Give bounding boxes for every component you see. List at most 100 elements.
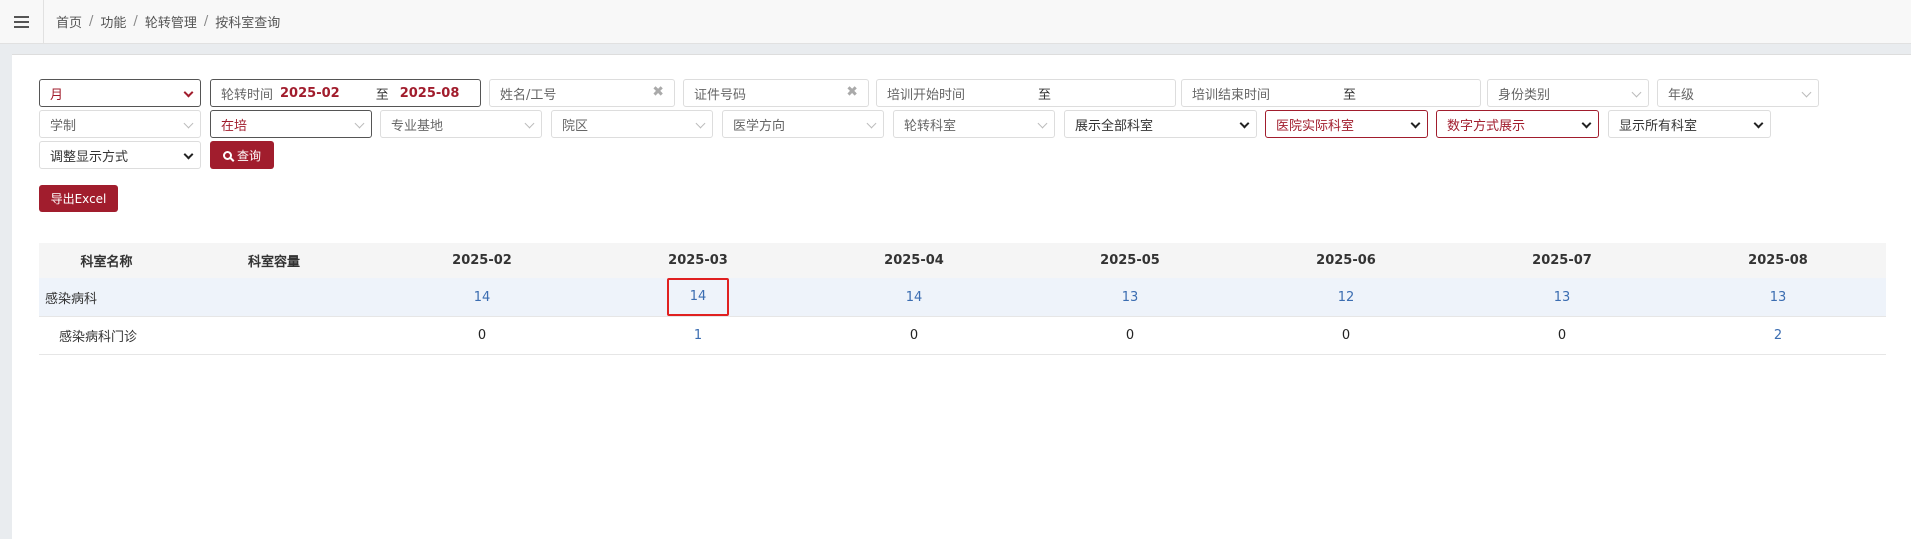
chevron-down-icon bbox=[1631, 87, 1642, 98]
id-placeholder: 证件号码 bbox=[694, 87, 747, 103]
clear-icon[interactable]: ✖ bbox=[652, 84, 664, 100]
train-start-placeholder: 培训开始时间 bbox=[887, 87, 966, 103]
chevron-down-icon bbox=[183, 149, 194, 160]
header-capacity: 科室容量 bbox=[174, 243, 374, 278]
dept-rotation-table: 科室名称 科室容量 2025-02 2025-03 2025-04 2025-0… bbox=[39, 243, 1886, 355]
name-input[interactable]: 姓名/工号 ✖ bbox=[489, 79, 675, 107]
chevron-down-icon bbox=[1037, 118, 1048, 129]
table-row: 感染病科 14 14 14 13 12 13 13 bbox=[39, 278, 1886, 317]
count-cell-highlighted[interactable]: 14 bbox=[590, 278, 806, 317]
dept-name-cell: 感染病科门诊 bbox=[39, 316, 174, 355]
count-cell[interactable]: 14 bbox=[806, 278, 1022, 317]
display-all-rooms-select[interactable]: 显示所有科室 bbox=[1608, 110, 1771, 138]
rotation-time-range[interactable]: 轮转时间 2025-02 至 2025-08 bbox=[210, 79, 481, 107]
rotation-start-input[interactable]: 2025-02 bbox=[280, 86, 340, 101]
clear-icon[interactable]: ✖ bbox=[846, 84, 858, 100]
status-value: 在培 bbox=[221, 118, 248, 134]
chevron-down-icon bbox=[1801, 87, 1812, 98]
breadcrumb-rotation-management[interactable]: 轮转管理 bbox=[145, 12, 197, 31]
chevron-down-icon bbox=[183, 87, 194, 98]
name-placeholder: 姓名/工号 bbox=[500, 87, 557, 103]
period-select[interactable]: 月 bbox=[39, 79, 201, 107]
show-all-depts-select[interactable]: 展示全部科室 bbox=[1064, 110, 1257, 138]
identity-type-placeholder: 身份类别 bbox=[1498, 87, 1551, 103]
count-cell[interactable]: 2 bbox=[1670, 316, 1886, 355]
chevron-down-icon bbox=[1581, 118, 1592, 129]
grade-select[interactable]: 年级 bbox=[1657, 79, 1819, 107]
breadcrumb-home[interactable]: 首页 bbox=[56, 12, 82, 31]
id-number-input[interactable]: 证件号码 ✖ bbox=[683, 79, 869, 107]
school-system-placeholder: 学制 bbox=[50, 118, 77, 134]
chevron-down-icon bbox=[354, 118, 365, 129]
export-excel-button[interactable]: 导出Excel bbox=[39, 185, 118, 212]
chevron-down-icon bbox=[866, 118, 877, 129]
chevron-down-icon bbox=[1410, 118, 1421, 129]
query-button-label: 查询 bbox=[236, 148, 261, 163]
rotation-dept-select[interactable]: 轮转科室 bbox=[893, 110, 1055, 138]
header-dept-name: 科室名称 bbox=[39, 243, 174, 278]
breadcrumb-function[interactable]: 功能 bbox=[100, 12, 126, 31]
range-separator: 至 bbox=[375, 87, 389, 103]
medical-direction-select[interactable]: 医学方向 bbox=[722, 110, 884, 138]
hamburger-icon bbox=[14, 15, 29, 28]
count-cell: 0 bbox=[1454, 316, 1670, 355]
chevron-down-icon bbox=[1753, 118, 1764, 129]
number-display-select[interactable]: 数字方式展示 bbox=[1436, 110, 1599, 138]
count-cell[interactable]: 1 bbox=[590, 316, 806, 355]
count-cell: 0 bbox=[374, 316, 590, 355]
count-cell[interactable]: 12 bbox=[1238, 278, 1454, 317]
breadcrumb-current-page: 按科室查询 bbox=[215, 16, 281, 31]
breadcrumb-separator: / bbox=[89, 14, 94, 29]
display-all-rooms-value: 显示所有科室 bbox=[1619, 118, 1698, 134]
rotation-dept-placeholder: 轮转科室 bbox=[904, 118, 957, 134]
count-cell: 0 bbox=[1022, 316, 1238, 355]
table-row: 感染病科门诊 0 1 0 0 0 0 2 bbox=[39, 316, 1886, 355]
header-month: 2025-04 bbox=[806, 243, 1022, 278]
major-base-select[interactable]: 专业基地 bbox=[380, 110, 542, 138]
capacity-cell bbox=[174, 316, 374, 355]
dept-name-cell: 感染病科 bbox=[39, 278, 174, 317]
capacity-cell bbox=[174, 278, 374, 317]
chevron-down-icon bbox=[695, 118, 706, 129]
status-select[interactable]: 在培 bbox=[210, 110, 372, 138]
school-system-select[interactable]: 学制 bbox=[39, 110, 201, 138]
campus-select[interactable]: 院区 bbox=[551, 110, 713, 138]
menu-toggle-button[interactable] bbox=[0, 0, 44, 44]
number-display-value: 数字方式展示 bbox=[1447, 118, 1526, 134]
count-cell[interactable]: 13 bbox=[1670, 278, 1886, 317]
breadcrumb-separator: / bbox=[203, 14, 209, 29]
count-cell[interactable]: 13 bbox=[1454, 278, 1670, 317]
header-month: 2025-08 bbox=[1670, 243, 1886, 278]
header-month: 2025-05 bbox=[1022, 243, 1238, 278]
chevron-down-icon bbox=[524, 118, 535, 129]
header-month: 2025-03 bbox=[590, 243, 806, 278]
major-base-placeholder: 专业基地 bbox=[391, 118, 444, 134]
train-end-placeholder: 培训结束时间 bbox=[1192, 87, 1271, 103]
hospital-actual-dept-select[interactable]: 医院实际科室 bbox=[1265, 110, 1428, 138]
count-cell[interactable]: 13 bbox=[1022, 278, 1238, 317]
highlight-box[interactable]: 14 bbox=[667, 278, 729, 316]
train-start-range[interactable]: 培训开始时间 至 bbox=[876, 79, 1176, 107]
content-panel: 月 轮转时间 2025-02 至 2025-08 姓名/工号 ✖ 证件号码 ✖ … bbox=[12, 54, 1911, 539]
header-month: 2025-07 bbox=[1454, 243, 1670, 278]
train-end-range[interactable]: 培训结束时间 至 bbox=[1181, 79, 1481, 107]
rotation-end-input[interactable]: 2025-08 bbox=[400, 86, 460, 101]
search-icon bbox=[222, 150, 232, 160]
count-cell: 0 bbox=[806, 316, 1022, 355]
top-bar: 首页 / 功能 / 轮转管理 / 按科室查询 bbox=[0, 0, 1911, 44]
adjust-display-select[interactable]: 调整显示方式 bbox=[39, 141, 201, 169]
hospital-actual-dept-value: 医院实际科室 bbox=[1276, 118, 1355, 134]
table-header-row: 科室名称 科室容量 2025-02 2025-03 2025-04 2025-0… bbox=[39, 243, 1886, 278]
identity-type-select[interactable]: 身份类别 bbox=[1487, 79, 1649, 107]
breadcrumb-separator: / bbox=[133, 14, 138, 29]
header-month: 2025-02 bbox=[374, 243, 590, 278]
grade-placeholder: 年级 bbox=[1668, 87, 1695, 103]
count-cell[interactable]: 14 bbox=[374, 278, 590, 317]
campus-placeholder: 院区 bbox=[562, 118, 589, 134]
range-separator: 至 bbox=[1343, 87, 1357, 103]
export-button-label: 导出Excel bbox=[50, 192, 107, 206]
chevron-down-icon bbox=[1239, 118, 1250, 129]
query-button[interactable]: 查询 bbox=[210, 141, 274, 169]
header-month: 2025-06 bbox=[1238, 243, 1454, 278]
show-all-depts-value: 展示全部科室 bbox=[1075, 118, 1154, 134]
